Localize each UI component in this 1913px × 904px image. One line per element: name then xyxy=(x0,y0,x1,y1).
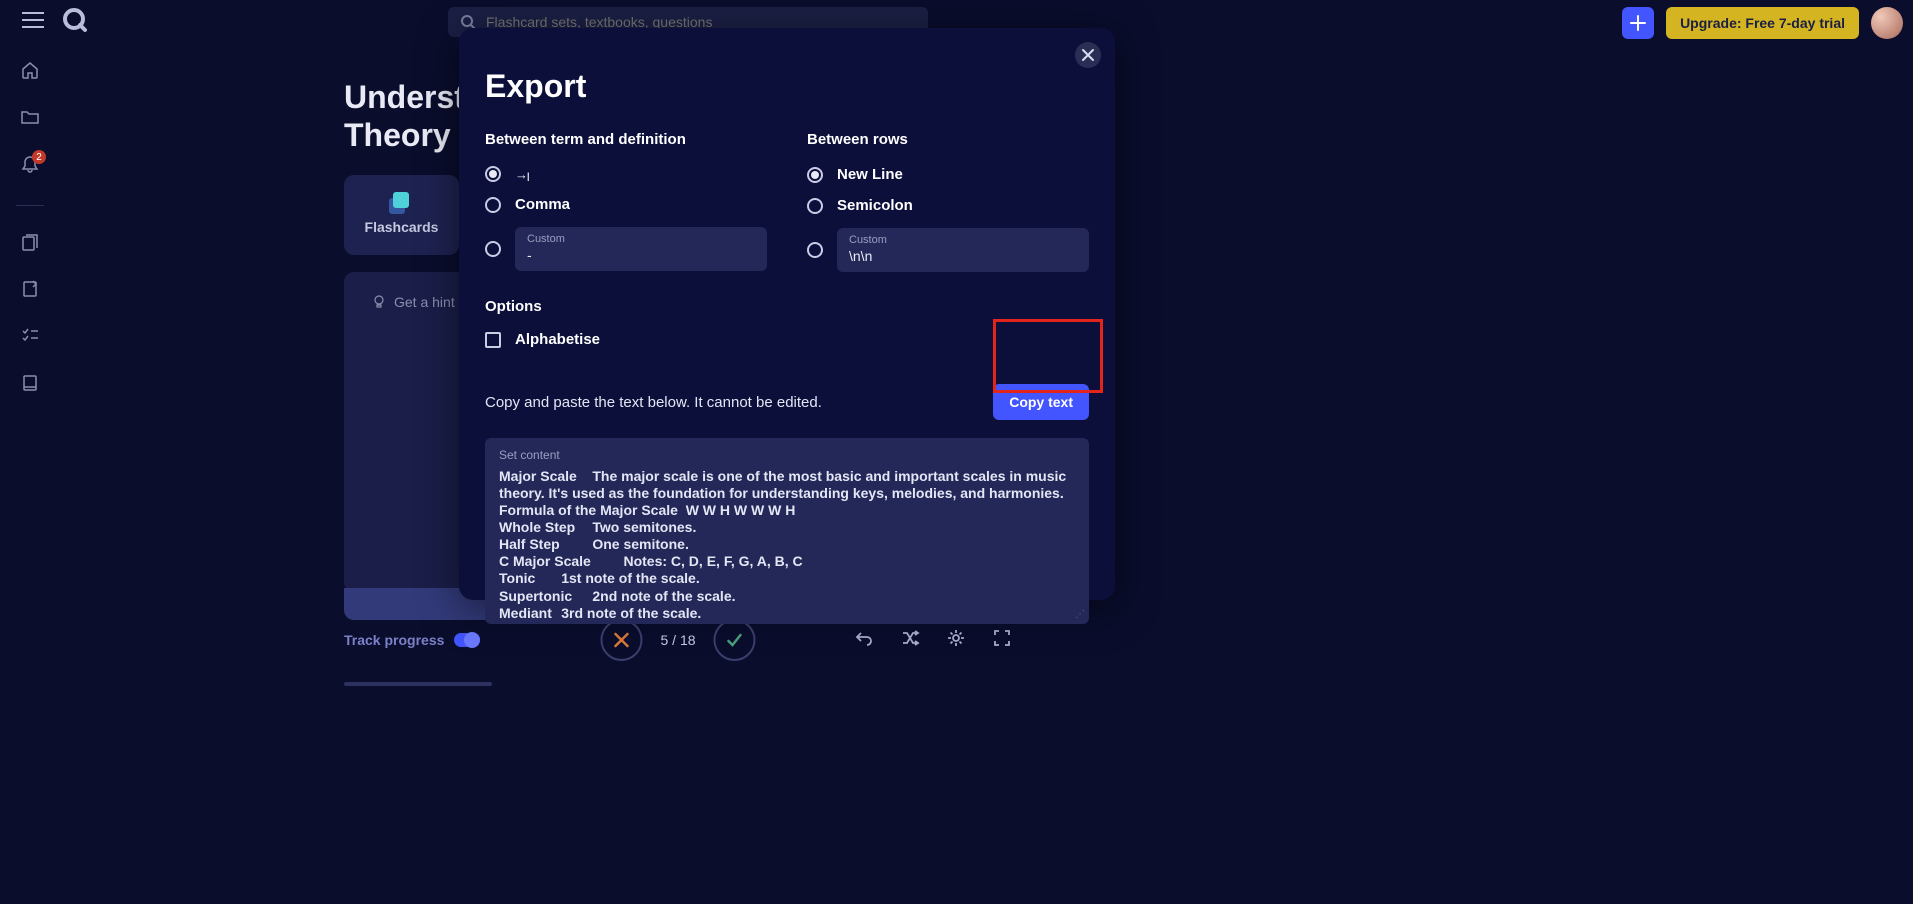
radio-newline[interactable]: New Line xyxy=(807,166,1089,183)
hint-button[interactable]: Get a hint xyxy=(372,294,455,310)
close-icon xyxy=(1081,48,1095,62)
mark-wrong-button[interactable] xyxy=(600,619,642,661)
custom-row-value: \n\n xyxy=(849,248,1077,264)
custom-term-input[interactable]: Custom - xyxy=(515,227,767,271)
export-modal: Export Between term and definition →| Co… xyxy=(459,28,1115,600)
home-icon[interactable] xyxy=(20,60,40,85)
undo-icon[interactable] xyxy=(854,628,874,653)
radio-comma[interactable]: Comma xyxy=(485,196,767,213)
menu-icon[interactable] xyxy=(22,12,44,33)
options-heading: Options xyxy=(485,298,1089,315)
radio-tab[interactable]: →| xyxy=(485,166,767,182)
hint-label: Get a hint xyxy=(394,294,455,310)
custom-label: Custom xyxy=(527,233,755,245)
logo-icon[interactable] xyxy=(62,7,88,38)
copy-description: Copy and paste the text below. It cannot… xyxy=(485,394,822,411)
set-content-label: Set content xyxy=(499,448,1075,462)
controls-row: Track progress 5 / 18 xyxy=(344,632,1012,648)
cards-icon[interactable] xyxy=(20,232,40,257)
close-button[interactable] xyxy=(1075,42,1101,68)
left-rail: 2 xyxy=(0,60,60,398)
folder-icon[interactable] xyxy=(20,107,40,132)
radio-label: Comma xyxy=(515,196,570,213)
track-progress-label: Track progress xyxy=(344,632,444,648)
checklist-icon[interactable] xyxy=(20,326,40,351)
alphabetise-label: Alphabetise xyxy=(515,331,600,348)
radio-icon xyxy=(485,197,501,213)
alphabetise-checkbox[interactable]: Alphabetise xyxy=(485,331,1089,348)
radio-custom-row[interactable]: Custom \n\n xyxy=(807,228,1089,272)
mark-correct-button[interactable] xyxy=(714,619,756,661)
radio-label: Semicolon xyxy=(837,197,913,214)
term-def-heading: Between term and definition xyxy=(485,131,767,148)
avatar[interactable] xyxy=(1871,7,1903,39)
radio-label: New Line xyxy=(837,166,903,183)
radio-icon xyxy=(807,242,823,258)
radio-icon xyxy=(485,166,501,182)
resize-handle-icon[interactable]: ⋰ xyxy=(1075,609,1085,620)
settings-icon[interactable] xyxy=(946,628,966,653)
set-content-text: Major Scale The major scale is one of th… xyxy=(499,468,1075,624)
note-icon[interactable] xyxy=(20,279,40,304)
shuffle-icon[interactable] xyxy=(900,628,920,653)
progress-underline xyxy=(344,682,492,686)
check-icon xyxy=(725,630,745,650)
flashcards-tab-label: Flashcards xyxy=(365,219,439,235)
notification-badge: 2 xyxy=(32,150,46,164)
x-icon xyxy=(611,630,631,650)
card-counter: 5 / 18 xyxy=(660,632,695,648)
rows-heading: Between rows xyxy=(807,131,1089,148)
rail-divider xyxy=(16,205,44,206)
book-icon[interactable] xyxy=(20,373,40,398)
copy-text-button[interactable]: Copy text xyxy=(993,384,1089,420)
lightbulb-icon xyxy=(372,295,386,309)
radio-icon xyxy=(807,198,823,214)
stacked-cards-icon xyxy=(386,195,418,211)
radio-icon xyxy=(485,241,501,257)
track-progress-toggle[interactable]: Track progress xyxy=(344,632,480,648)
toggle-switch[interactable] xyxy=(454,633,480,647)
checkbox-icon xyxy=(485,332,501,348)
custom-term-value: - xyxy=(527,247,755,263)
upgrade-button[interactable]: Upgrade: Free 7-day trial xyxy=(1666,7,1859,39)
flashcards-tab[interactable]: Flashcards xyxy=(344,175,459,255)
create-button[interactable] xyxy=(1622,7,1654,39)
radio-icon xyxy=(807,167,823,183)
custom-row-input[interactable]: Custom \n\n xyxy=(837,228,1089,272)
tab-icon: →| xyxy=(515,167,529,182)
bell-icon[interactable]: 2 xyxy=(20,154,40,179)
set-content-textarea[interactable]: Set content Major Scale The major scale … xyxy=(485,438,1089,624)
radio-semicolon[interactable]: Semicolon xyxy=(807,197,1089,214)
modal-title: Export xyxy=(485,68,1089,105)
custom-label: Custom xyxy=(849,234,1077,246)
plus-icon xyxy=(1629,14,1647,32)
fullscreen-icon[interactable] xyxy=(992,628,1012,653)
radio-custom-term[interactable]: Custom - xyxy=(485,227,767,271)
